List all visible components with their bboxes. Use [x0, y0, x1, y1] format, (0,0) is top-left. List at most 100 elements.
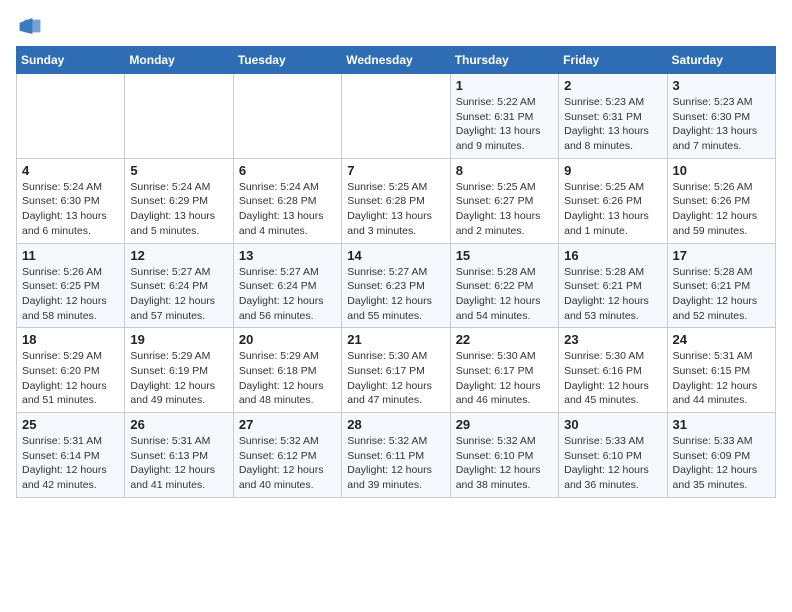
day-cell: 7Sunrise: 5:25 AM Sunset: 6:28 PM Daylig… — [342, 158, 450, 243]
day-number: 21 — [347, 332, 444, 347]
day-info: Sunrise: 5:26 AM Sunset: 6:26 PM Dayligh… — [673, 180, 770, 239]
day-cell: 16 Sunrise: 5:28 AM Sunset: 6:21 PM Dayli… — [559, 243, 667, 328]
day-info: Sunrise: 5:24 AM Sunset: 6:28 PM Dayligh… — [239, 180, 336, 239]
day-cell: 10 Sunrise: 5:26 AM Sunset: 6:26 PM Dayli… — [667, 158, 775, 243]
day-number: 5 — [130, 163, 227, 178]
day-info: Sunrise: 5:27 AM Sunset: 6:24 PM Dayligh… — [239, 265, 336, 324]
header — [16, 16, 776, 36]
day-number: 20 — [239, 332, 336, 347]
day-number: 30 — [564, 417, 661, 432]
day-number: 18 — [22, 332, 119, 347]
day-info: Sunrise: 5:27 AM Sunset: 6:23 PM Dayligh… — [347, 265, 444, 324]
day-number: 7 — [347, 163, 444, 178]
day-number: 15 — [456, 248, 553, 263]
day-info: Sunrise: 5:29 AM Sunset: 6:19 PM Dayligh… — [130, 349, 227, 408]
day-number: 28 — [347, 417, 444, 432]
logo-icon — [18, 16, 42, 36]
day-cell: 11 Sunrise: 5:26 AM Sunset: 6:25 PM Dayli… — [17, 243, 125, 328]
day-header-wednesday: Wednesday — [342, 47, 450, 74]
day-cell: 14 Sunrise: 5:27 AM Sunset: 6:23 PM Dayli… — [342, 243, 450, 328]
day-cell: 27 Sunrise: 5:32 AM Sunset: 6:12 PM Dayli… — [233, 413, 341, 498]
day-cell — [17, 74, 125, 159]
day-info: Sunrise: 5:28 AM Sunset: 6:21 PM Dayligh… — [673, 265, 770, 324]
day-number: 6 — [239, 163, 336, 178]
day-number: 19 — [130, 332, 227, 347]
day-cell — [342, 74, 450, 159]
day-header-saturday: Saturday — [667, 47, 775, 74]
day-cell: 17 Sunrise: 5:28 AM Sunset: 6:21 PM Dayli… — [667, 243, 775, 328]
week-row-3: 11 Sunrise: 5:26 AM Sunset: 6:25 PM Dayli… — [17, 243, 776, 328]
day-info: Sunrise: 5:26 AM Sunset: 6:25 PM Dayligh… — [22, 265, 119, 324]
week-row-5: 25 Sunrise: 5:31 AM Sunset: 6:14 PM Dayli… — [17, 413, 776, 498]
day-cell: 12 Sunrise: 5:27 AM Sunset: 6:24 PM Dayli… — [125, 243, 233, 328]
day-number: 2 — [564, 78, 661, 93]
day-info: Sunrise: 5:29 AM Sunset: 6:20 PM Dayligh… — [22, 349, 119, 408]
day-cell: 28 Sunrise: 5:32 AM Sunset: 6:11 PM Dayli… — [342, 413, 450, 498]
week-row-1: 1 Sunrise: 5:22 AM Sunset: 6:31 PM Daylig… — [17, 74, 776, 159]
day-cell: 24 Sunrise: 5:31 AM Sunset: 6:15 PM Dayli… — [667, 328, 775, 413]
day-header-sunday: Sunday — [17, 47, 125, 74]
day-info: Sunrise: 5:28 AM Sunset: 6:22 PM Dayligh… — [456, 265, 553, 324]
day-cell: 21 Sunrise: 5:30 AM Sunset: 6:17 PM Dayli… — [342, 328, 450, 413]
day-info: Sunrise: 5:29 AM Sunset: 6:18 PM Dayligh… — [239, 349, 336, 408]
day-cell — [233, 74, 341, 159]
logo — [16, 16, 42, 36]
day-info: Sunrise: 5:31 AM Sunset: 6:14 PM Dayligh… — [22, 434, 119, 493]
day-info: Sunrise: 5:31 AM Sunset: 6:15 PM Dayligh… — [673, 349, 770, 408]
day-cell: 25 Sunrise: 5:31 AM Sunset: 6:14 PM Dayli… — [17, 413, 125, 498]
day-number: 10 — [673, 163, 770, 178]
day-number: 25 — [22, 417, 119, 432]
day-info: Sunrise: 5:25 AM Sunset: 6:27 PM Dayligh… — [456, 180, 553, 239]
day-cell — [125, 74, 233, 159]
day-cell: 29 Sunrise: 5:32 AM Sunset: 6:10 PM Dayli… — [450, 413, 558, 498]
day-cell: 18 Sunrise: 5:29 AM Sunset: 6:20 PM Dayli… — [17, 328, 125, 413]
day-number: 17 — [673, 248, 770, 263]
day-info: Sunrise: 5:23 AM Sunset: 6:31 PM Dayligh… — [564, 95, 661, 154]
day-cell: 31 Sunrise: 5:33 AM Sunset: 6:09 PM Dayli… — [667, 413, 775, 498]
day-info: Sunrise: 5:23 AM Sunset: 6:30 PM Dayligh… — [673, 95, 770, 154]
day-number: 24 — [673, 332, 770, 347]
day-cell: 5 Sunrise: 5:24 AM Sunset: 6:29 PM Daylig… — [125, 158, 233, 243]
day-info: Sunrise: 5:24 AM Sunset: 6:30 PM Dayligh… — [22, 180, 119, 239]
day-number: 29 — [456, 417, 553, 432]
day-cell: 15 Sunrise: 5:28 AM Sunset: 6:22 PM Dayli… — [450, 243, 558, 328]
day-number: 27 — [239, 417, 336, 432]
day-cell: 22Sunrise: 5:30 AM Sunset: 6:17 PM Dayli… — [450, 328, 558, 413]
day-info: Sunrise: 5:27 AM Sunset: 6:24 PM Dayligh… — [130, 265, 227, 324]
day-number: 8 — [456, 163, 553, 178]
calendar-table: SundayMondayTuesdayWednesdayThursdayFrid… — [16, 46, 776, 498]
day-number: 14 — [347, 248, 444, 263]
day-cell: 9Sunrise: 5:25 AM Sunset: 6:26 PM Daylig… — [559, 158, 667, 243]
day-info: Sunrise: 5:22 AM Sunset: 6:31 PM Dayligh… — [456, 95, 553, 154]
day-number: 3 — [673, 78, 770, 93]
day-cell: 3 Sunrise: 5:23 AM Sunset: 6:30 PM Daylig… — [667, 74, 775, 159]
day-info: Sunrise: 5:32 AM Sunset: 6:10 PM Dayligh… — [456, 434, 553, 493]
day-info: Sunrise: 5:28 AM Sunset: 6:21 PM Dayligh… — [564, 265, 661, 324]
day-number: 12 — [130, 248, 227, 263]
day-info: Sunrise: 5:25 AM Sunset: 6:26 PM Dayligh… — [564, 180, 661, 239]
day-cell: 4Sunrise: 5:24 AM Sunset: 6:30 PM Daylig… — [17, 158, 125, 243]
day-number: 11 — [22, 248, 119, 263]
day-number: 31 — [673, 417, 770, 432]
day-header-tuesday: Tuesday — [233, 47, 341, 74]
day-info: Sunrise: 5:24 AM Sunset: 6:29 PM Dayligh… — [130, 180, 227, 239]
day-info: Sunrise: 5:30 AM Sunset: 6:17 PM Dayligh… — [347, 349, 444, 408]
day-info: Sunrise: 5:31 AM Sunset: 6:13 PM Dayligh… — [130, 434, 227, 493]
day-info: Sunrise: 5:32 AM Sunset: 6:12 PM Dayligh… — [239, 434, 336, 493]
day-cell: 30 Sunrise: 5:33 AM Sunset: 6:10 PM Dayli… — [559, 413, 667, 498]
day-number: 26 — [130, 417, 227, 432]
day-number: 23 — [564, 332, 661, 347]
header-row: SundayMondayTuesdayWednesdayThursdayFrid… — [17, 47, 776, 74]
day-info: Sunrise: 5:33 AM Sunset: 6:10 PM Dayligh… — [564, 434, 661, 493]
day-cell: 26 Sunrise: 5:31 AM Sunset: 6:13 PM Dayli… — [125, 413, 233, 498]
week-row-2: 4Sunrise: 5:24 AM Sunset: 6:30 PM Daylig… — [17, 158, 776, 243]
day-number: 16 — [564, 248, 661, 263]
day-number: 13 — [239, 248, 336, 263]
day-number: 1 — [456, 78, 553, 93]
day-info: Sunrise: 5:33 AM Sunset: 6:09 PM Dayligh… — [673, 434, 770, 493]
day-cell: 13 Sunrise: 5:27 AM Sunset: 6:24 PM Dayli… — [233, 243, 341, 328]
day-info: Sunrise: 5:32 AM Sunset: 6:11 PM Dayligh… — [347, 434, 444, 493]
day-cell: 6 Sunrise: 5:24 AM Sunset: 6:28 PM Daylig… — [233, 158, 341, 243]
week-row-4: 18 Sunrise: 5:29 AM Sunset: 6:20 PM Dayli… — [17, 328, 776, 413]
day-header-monday: Monday — [125, 47, 233, 74]
